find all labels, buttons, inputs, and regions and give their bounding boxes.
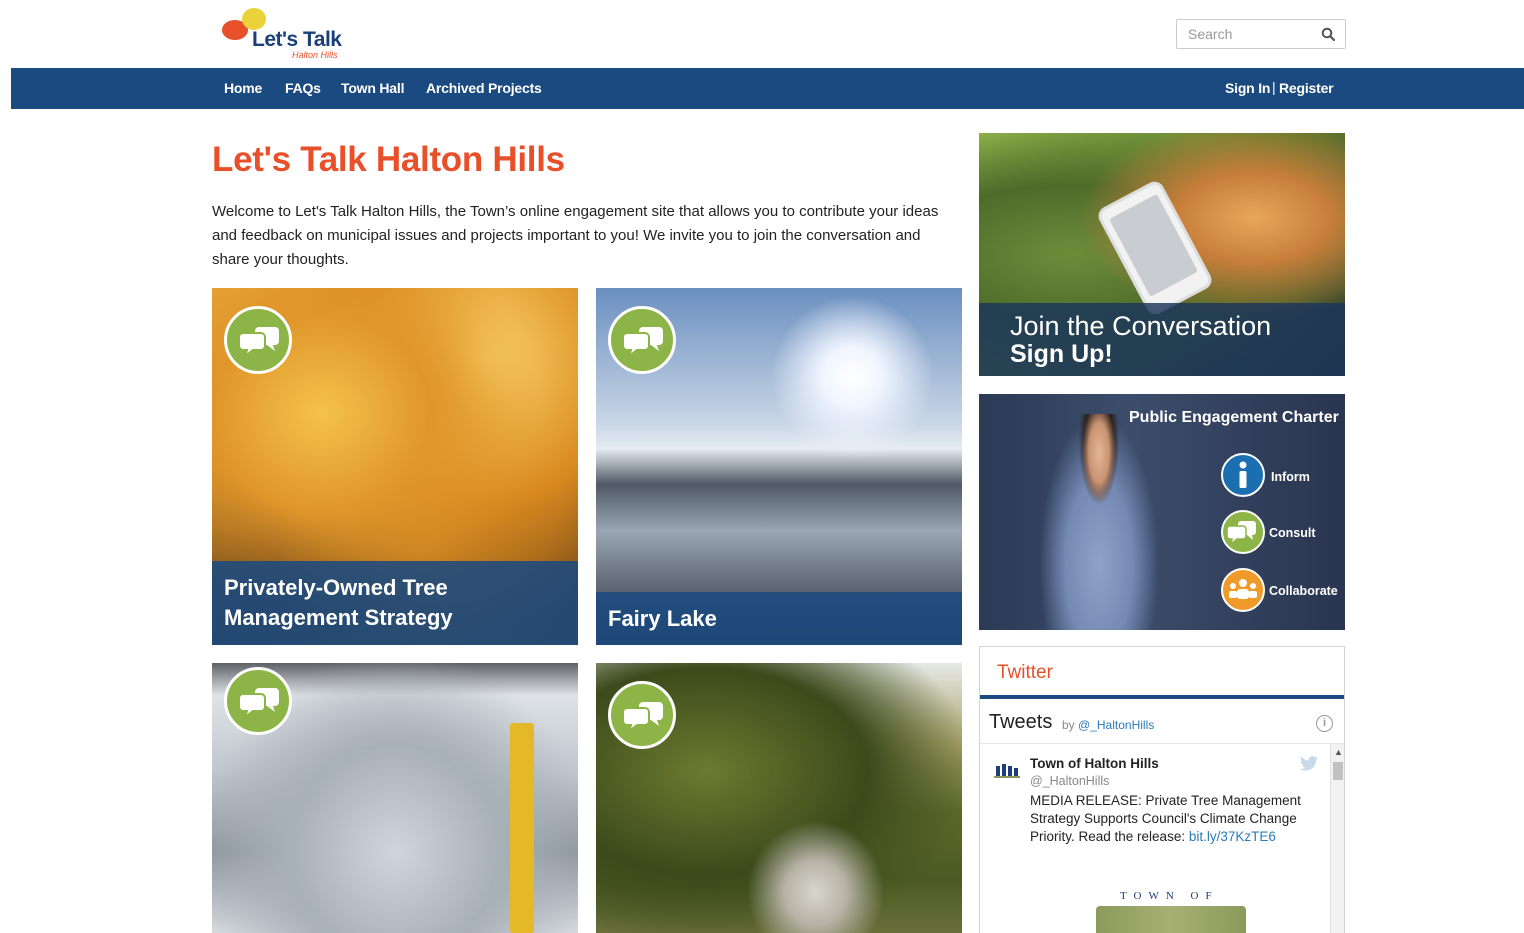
town-avatar [994, 764, 1020, 778]
tweet-feed[interactable]: Town of Halton Hills @_HaltonHills MEDIA… [980, 743, 1344, 933]
tweet-author-name[interactable]: Town of Halton Hills [1030, 756, 1159, 771]
nav-archived-projects[interactable]: Archived Projects [426, 80, 542, 96]
twitter-heading-bar [980, 695, 1344, 699]
twitter-bird-icon[interactable] [1300, 756, 1318, 771]
join-conversation-banner[interactable]: Join the Conversation Sign Up! [979, 133, 1345, 376]
search-icon[interactable] [1321, 27, 1335, 41]
twitter-handle-link[interactable]: @_HaltonHills [1078, 718, 1154, 732]
logo-name: Let's Talk [252, 28, 342, 51]
feed-scrollbar[interactable]: ▲ [1330, 744, 1344, 933]
scroll-up-arrow-icon[interactable]: ▲ [1334, 747, 1343, 757]
logo-subtitle: Halton Hills [292, 50, 338, 60]
consult-badge [608, 681, 676, 749]
project-card-winter-road[interactable] [212, 663, 578, 933]
logo-bubble-yellow [242, 8, 266, 30]
chat-bubbles-icon [239, 327, 279, 359]
consult-icon [1221, 510, 1265, 554]
intro-text: Welcome to Let's Talk Halton Hills, the … [212, 203, 939, 268]
search-box [1176, 19, 1346, 49]
charter-consult-label: Consult [1269, 526, 1316, 540]
nav-separator: | [1272, 79, 1276, 95]
nav-home[interactable]: Home [224, 80, 262, 96]
town-logo-image[interactable] [1096, 906, 1246, 933]
nav-faqs[interactable]: FAQs [285, 80, 321, 96]
twitter-widget: Twitter Tweets by @_HaltonHills i Town o… [979, 646, 1345, 933]
by-label: by [1062, 718, 1075, 732]
consult-badge [224, 306, 292, 374]
twitter-heading: Twitter [997, 662, 1053, 683]
tweets-label: Tweets [989, 711, 1053, 733]
tweet-author-handle[interactable]: @_HaltonHills [1030, 774, 1109, 788]
sign-in-link[interactable]: Sign In [1225, 80, 1270, 96]
engagement-charter-banner[interactable]: Public Engagement Charter Inform Consult… [979, 394, 1345, 630]
scrollbar-thumb[interactable] [1333, 762, 1343, 780]
project-card-label: Privately-Owned Tree Management Strategy [212, 561, 578, 645]
charter-collaborate-label: Collaborate [1269, 584, 1338, 598]
charter-inform-label: Inform [1271, 470, 1310, 484]
project-card-trail[interactable] [596, 663, 962, 933]
nav-town-hall[interactable]: Town Hall [341, 80, 404, 96]
register-link[interactable]: Register [1279, 80, 1334, 96]
search-input[interactable] [1177, 20, 1311, 48]
tweets-by: by @_HaltonHills [1062, 718, 1154, 732]
project-card-fairy-lake[interactable]: Fairy Lake [596, 288, 962, 645]
site-header: Let's Talk Halton Hills [0, 0, 1524, 68]
chat-bubbles-icon [623, 702, 663, 734]
inform-icon [1221, 453, 1265, 497]
sign-up-label: Sign Up! [1010, 340, 1113, 368]
project-card-tree-management[interactable]: Privately-Owned Tree Management Strategy [212, 288, 578, 645]
info-icon[interactable]: i [1316, 715, 1333, 732]
tweet-image-caption: TOWN OF [1120, 890, 1219, 902]
chat-bubbles-icon [239, 688, 279, 720]
main-nav: Home FAQs Town Hall Archived Projects Si… [11, 68, 1524, 109]
tweet-text: MEDIA RELEASE: Private Tree Management S… [1030, 792, 1320, 846]
project-card-label: Fairy Lake [596, 592, 962, 645]
snowplow-pole [510, 723, 534, 933]
charter-title: Public Engagement Charter [1129, 409, 1339, 426]
page-title: Let's Talk Halton Hills [212, 140, 565, 179]
lets-talk-logo[interactable]: Let's Talk Halton Hills [222, 6, 352, 62]
tweet-link[interactable]: bit.ly/37KzTE6 [1189, 829, 1276, 844]
woman-with-tablet-image [1039, 414, 1159, 630]
consult-badge [608, 306, 676, 374]
chat-bubbles-icon [623, 327, 663, 359]
consult-badge [224, 667, 292, 735]
join-heading: Join the Conversation [1010, 311, 1272, 341]
phone-illustration [1095, 178, 1215, 318]
collaborate-icon [1221, 568, 1265, 612]
